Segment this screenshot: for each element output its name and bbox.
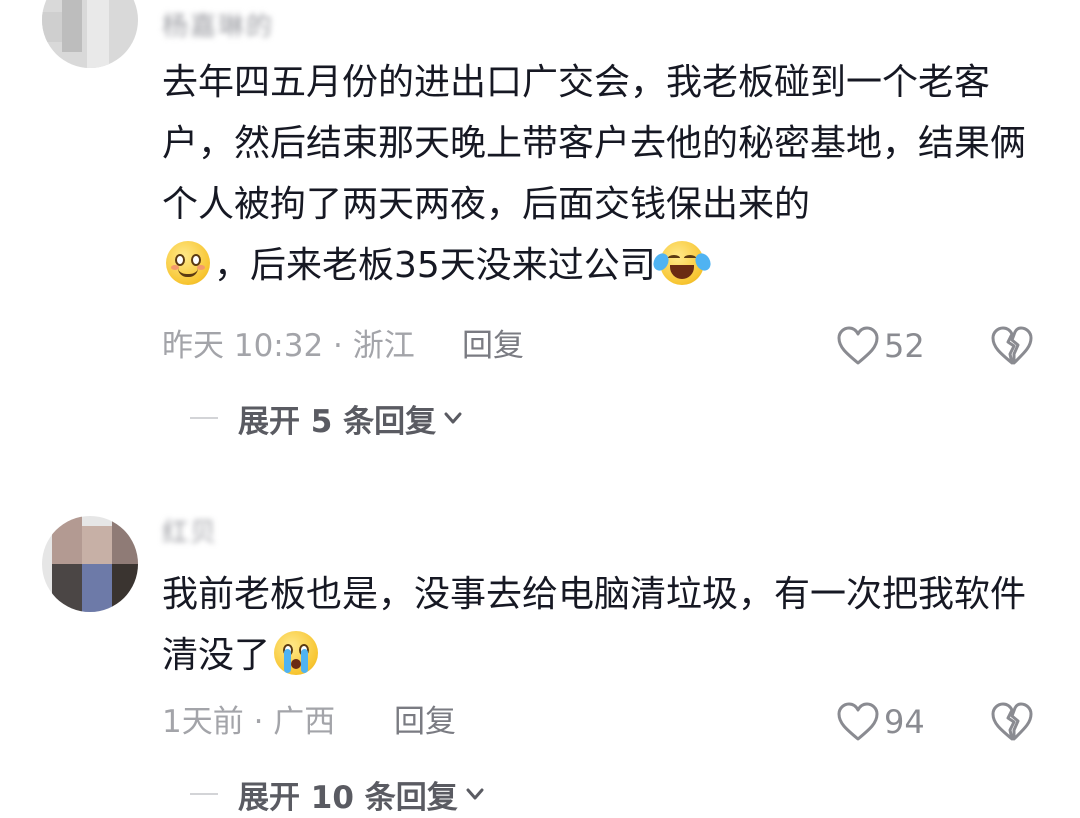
chevron-down-icon <box>466 788 484 800</box>
broken-heart-icon[interactable] <box>990 702 1034 742</box>
laugh-cry-emoji-icon <box>650 241 714 285</box>
crying-emoji-icon <box>274 631 319 675</box>
avatar[interactable] <box>42 516 138 612</box>
like-button[interactable]: 94 <box>836 700 925 744</box>
smile-blush-emoji-icon <box>166 241 210 285</box>
username[interactable]: 红贝 <box>162 512 218 549</box>
broken-heart-icon[interactable] <box>990 326 1034 366</box>
reply-button[interactable]: 回复 <box>462 324 524 368</box>
reply-button[interactable]: 回复 <box>394 700 456 744</box>
comment-time-location: 昨天 10:32 · 浙江 <box>162 328 415 364</box>
comment-text: 去年四五月份的进出口广交会，我老板碰到一个老客户，然后结束那天晚上带客户去他的秘… <box>162 52 1042 296</box>
expand-replies-button[interactable]: 展开 5 条回复 <box>190 396 464 440</box>
expand-replies-label: 展开 10 条回复 <box>238 779 458 816</box>
like-button[interactable]: 52 <box>836 324 925 368</box>
comment-text-part: ，后来老板35天没来过公司 <box>214 245 656 286</box>
expand-replies-label: 展开 5 条回复 <box>238 403 437 440</box>
comment-time-location: 1天前 · 广西 <box>162 704 336 740</box>
divider <box>190 417 218 419</box>
avatar[interactable] <box>42 0 138 68</box>
heart-icon <box>837 702 879 741</box>
username[interactable]: 杨嘉琳的 <box>162 6 274 43</box>
chevron-down-icon <box>444 412 462 424</box>
divider <box>190 793 218 795</box>
expand-replies-button[interactable]: 展开 10 条回复 <box>190 772 486 816</box>
comment-text: 我前老板也是，没事去给电脑清垃圾，有一次把我软件清没了 <box>162 564 1042 686</box>
heart-icon <box>837 326 879 365</box>
like-count: 94 <box>884 703 925 741</box>
like-count: 52 <box>884 327 925 365</box>
comment-text-part: 去年四五月份的进出口广交会，我老板碰到一个老客户，然后结束那天晚上带客户去他的秘… <box>162 62 1027 225</box>
